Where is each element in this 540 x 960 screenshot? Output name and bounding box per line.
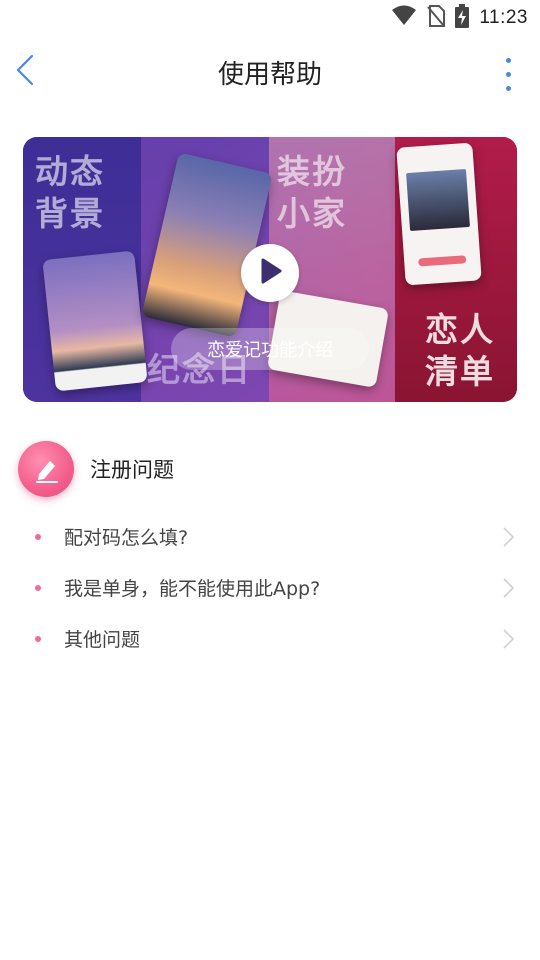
more-options-button[interactable] xyxy=(496,54,520,94)
bullet-dot xyxy=(35,533,41,540)
chevron-right-icon xyxy=(502,627,518,651)
phone-mockup xyxy=(42,250,148,392)
status-icons: 11:23 xyxy=(391,4,528,32)
chevron-right-icon xyxy=(502,576,518,600)
photo-thumbnail xyxy=(406,169,470,232)
faq-label: 配对码怎么填? xyxy=(64,527,189,549)
section-title: 注册问题 xyxy=(90,458,174,482)
feature-video-banner[interactable]: 动态 背景 装扮 小家 纪念日 恋人 清单 恋爱记功能介绍 xyxy=(23,137,517,402)
no-sim-icon xyxy=(427,5,446,31)
more-dot xyxy=(505,85,511,91)
play-icon xyxy=(257,257,283,289)
phone-mockup xyxy=(396,142,482,286)
banner-word-dynamic-bg: 动态 背景 xyxy=(35,152,105,233)
banner-word-decorate: 装扮 小家 xyxy=(277,152,347,233)
bullet-dot xyxy=(35,584,41,591)
chevron-right-icon xyxy=(502,525,518,549)
banner-word-lovers-list: 恋人 清单 xyxy=(425,310,495,391)
faq-list: 配对码怎么填? 我是单身，能不能使用此App? 其他问题 xyxy=(0,511,540,664)
status-time: 11:23 xyxy=(479,7,528,28)
faq-label: 我是单身，能不能使用此App? xyxy=(64,578,321,600)
faq-item-single-use[interactable]: 我是单身，能不能使用此App? xyxy=(0,562,540,613)
faq-item-other[interactable]: 其他问题 xyxy=(0,613,540,664)
faq-label: 其他问题 xyxy=(64,629,141,651)
section-header: 注册问题 xyxy=(18,440,174,498)
battery-charging-icon xyxy=(455,4,470,32)
app-header: 使用帮助 xyxy=(0,36,540,108)
mockup-button xyxy=(418,255,467,267)
wifi-icon xyxy=(391,5,417,31)
page-title: 使用帮助 xyxy=(217,60,322,90)
banner-caption: 恋爱记功能介绍 xyxy=(171,328,369,370)
more-dot xyxy=(505,57,511,63)
bullet-dot xyxy=(35,635,41,642)
pencil-edit-icon xyxy=(18,441,74,497)
faq-item-pair-code[interactable]: 配对码怎么填? xyxy=(0,511,540,562)
more-dot xyxy=(505,71,511,77)
play-button[interactable] xyxy=(241,244,299,302)
status-bar: 11:23 xyxy=(0,0,540,36)
